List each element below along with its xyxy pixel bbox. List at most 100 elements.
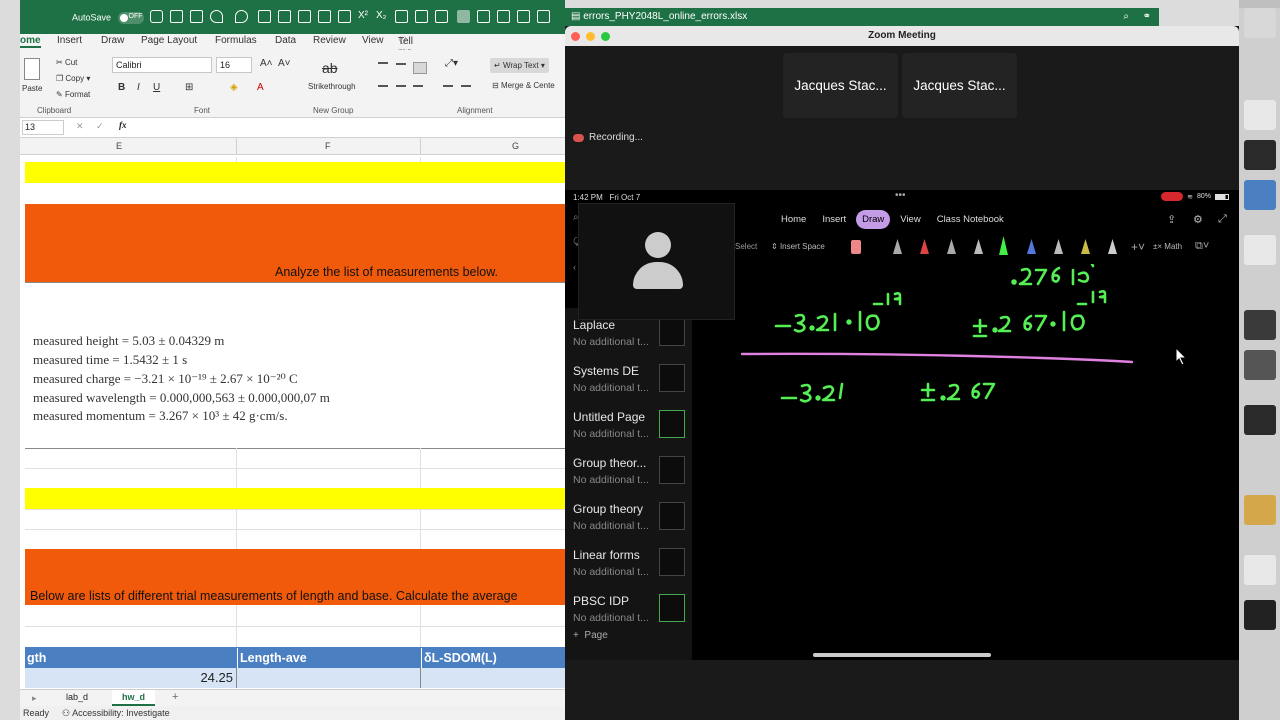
home-icon[interactable] [150, 10, 163, 23]
align-right-icon[interactable] [413, 85, 423, 87]
cancel-icon[interactable]: ✕ [76, 121, 84, 132]
tab-draw[interactable]: Draw [101, 35, 124, 46]
eraser-icon[interactable] [851, 240, 861, 254]
font-name-select[interactable]: Calibri [112, 57, 212, 73]
back-chevron-icon[interactable]: ‹ [573, 262, 576, 272]
align-bottom-icon[interactable] [413, 62, 427, 74]
minimize-window-icon[interactable] [586, 32, 595, 41]
paste-button[interactable]: Paste [22, 84, 42, 93]
scroll-left-icon[interactable]: ▸ [32, 693, 37, 704]
header-length-ave[interactable]: Length-ave [237, 648, 309, 668]
participant-tile[interactable]: Jacques Stac... [902, 53, 1017, 118]
increase-font-icon[interactable]: A˄ [260, 58, 273, 69]
onenote-tab-draw[interactable]: Draw [856, 210, 891, 229]
add-pen-icon[interactable]: +˅ [1131, 240, 1145, 254]
decrease-font-icon[interactable]: A˅ [278, 58, 291, 69]
column-e-header[interactable]: E [116, 141, 122, 151]
pen-silver-icon[interactable] [1054, 239, 1063, 254]
mail-icon[interactable] [537, 10, 550, 23]
merge-center-button[interactable]: ⊟ Merge & Cente [492, 81, 555, 90]
shapes-icon[interactable]: ⧉˅ [1195, 240, 1209, 253]
active-macro-icon[interactable] [457, 10, 470, 23]
paste-icon[interactable] [24, 58, 40, 80]
autosave-switch[interactable]: OFF [117, 12, 144, 24]
onenote-tab-insert[interactable]: Insert [816, 210, 852, 229]
page-item-untitled[interactable]: Untitled Page No additional t... [573, 410, 685, 440]
desktop-document-icon[interactable] [1244, 235, 1276, 265]
pen-white-icon[interactable] [974, 239, 983, 254]
table-icon[interactable] [258, 10, 271, 23]
desktop-file-icon[interactable] [1244, 140, 1276, 170]
confirm-icon[interactable]: ✓ [96, 121, 104, 132]
onenote-tab-home[interactable]: Home [775, 210, 812, 229]
insert-space-tool[interactable]: ⇕ Insert Space [771, 242, 825, 251]
page-item-linear-forms[interactable]: Linear forms No additional t... [573, 548, 685, 578]
desktop-app-icon[interactable] [1244, 180, 1276, 210]
strikethrough-button[interactable]: Strikethrough [308, 82, 356, 91]
tab-view[interactable]: View [362, 35, 384, 46]
fill-color-icon[interactable]: ◈ [230, 82, 238, 93]
copy-button[interactable]: ❐ Copy ▾ [56, 74, 90, 83]
font-color-icon[interactable]: A [257, 82, 264, 93]
tab-home[interactable]: ome [20, 35, 41, 48]
align-top-icon[interactable] [378, 62, 388, 64]
handwriting-canvas[interactable] [692, 264, 1239, 544]
strikethrough-icon[interactable]: ab [322, 60, 338, 76]
pen-light-icon[interactable] [1108, 239, 1117, 254]
desktop-document-icon[interactable] [1244, 555, 1276, 585]
desktop-folder-icon[interactable] [1244, 495, 1276, 525]
search-icon[interactable]: ⌕ [1123, 11, 1129, 22]
bold-button[interactable]: B [118, 82, 125, 93]
list-icon[interactable] [415, 10, 428, 23]
orientation-icon[interactable]: ⤢▾ [445, 58, 458, 69]
align-left-icon[interactable] [378, 85, 388, 87]
column-f-header[interactable]: F [325, 141, 331, 151]
pen-gray-icon[interactable] [893, 239, 902, 254]
cells-icon[interactable] [435, 10, 448, 23]
italic-button[interactable]: I [137, 82, 140, 93]
page-item-laplace[interactable]: Laplace No additional t... [573, 318, 685, 348]
tab-page-layout[interactable]: Page Layout [141, 35, 197, 46]
spreadsheet-grid[interactable]: Analyze the list of measurements below. … [25, 157, 565, 688]
page-item-pbsc-idp[interactable]: PBSC IDP No additional t... [573, 594, 685, 624]
page-item-systems-de[interactable]: Systems DE No additional t... [573, 364, 685, 394]
select-tool[interactable]: Select [735, 242, 757, 251]
pen-red-icon[interactable] [920, 239, 929, 254]
maximize-window-icon[interactable] [601, 32, 610, 41]
desktop-file-icon[interactable] [1244, 600, 1276, 630]
edit-box-icon[interactable] [517, 10, 530, 23]
redo-icon[interactable] [235, 10, 248, 23]
superscript-icon[interactable]: X² [358, 10, 371, 23]
page-item-group-theory[interactable]: Group theory No additional t... [573, 502, 685, 532]
wrap-text-button[interactable]: ↵ Wrap Text ▾ [490, 58, 549, 73]
font-size-select[interactable]: 16 [216, 57, 252, 73]
cut-button[interactable]: ✂ Cut [56, 58, 77, 67]
expand-icon[interactable]: ⤢ [1218, 213, 1227, 226]
math-tool[interactable]: ±× Math [1153, 242, 1182, 251]
onenote-tab-class-notebook[interactable]: Class Notebook [931, 210, 1010, 229]
diagonal-icon[interactable] [318, 10, 331, 23]
desktop-file-icon[interactable] [1244, 350, 1276, 380]
window-icon[interactable] [497, 10, 510, 23]
subscript-icon[interactable]: X₂ [376, 10, 389, 23]
cell-length-value[interactable]: 24.25 [175, 670, 233, 685]
desktop-file-icon[interactable] [1244, 405, 1276, 435]
header-dl-sdom[interactable]: δL-SDOM(L) [421, 648, 499, 668]
recording-indicator[interactable]: Recording... [573, 132, 643, 143]
tab-data[interactable]: Data [275, 35, 296, 46]
desktop-drive-icon[interactable] [1244, 8, 1276, 38]
close-window-icon[interactable] [571, 32, 580, 41]
desktop-document-icon[interactable] [1244, 100, 1276, 130]
sheet-tab-hw-d[interactable]: hw_d [112, 690, 156, 706]
align-middle-icon[interactable] [396, 63, 406, 65]
diagonal-icon-2[interactable] [338, 10, 351, 23]
desktop-file-icon[interactable] [1244, 310, 1276, 340]
header-length[interactable]: gth [25, 648, 48, 668]
onenote-tab-view[interactable]: View [894, 210, 926, 229]
save-icon[interactable] [170, 10, 183, 23]
highlighter-yellow-icon[interactable] [1081, 239, 1090, 254]
outdent-icon[interactable] [443, 85, 453, 87]
grid-icon[interactable] [278, 10, 291, 23]
edit-icon[interactable] [190, 10, 203, 23]
tab-formulas[interactable]: Formulas [215, 35, 257, 46]
